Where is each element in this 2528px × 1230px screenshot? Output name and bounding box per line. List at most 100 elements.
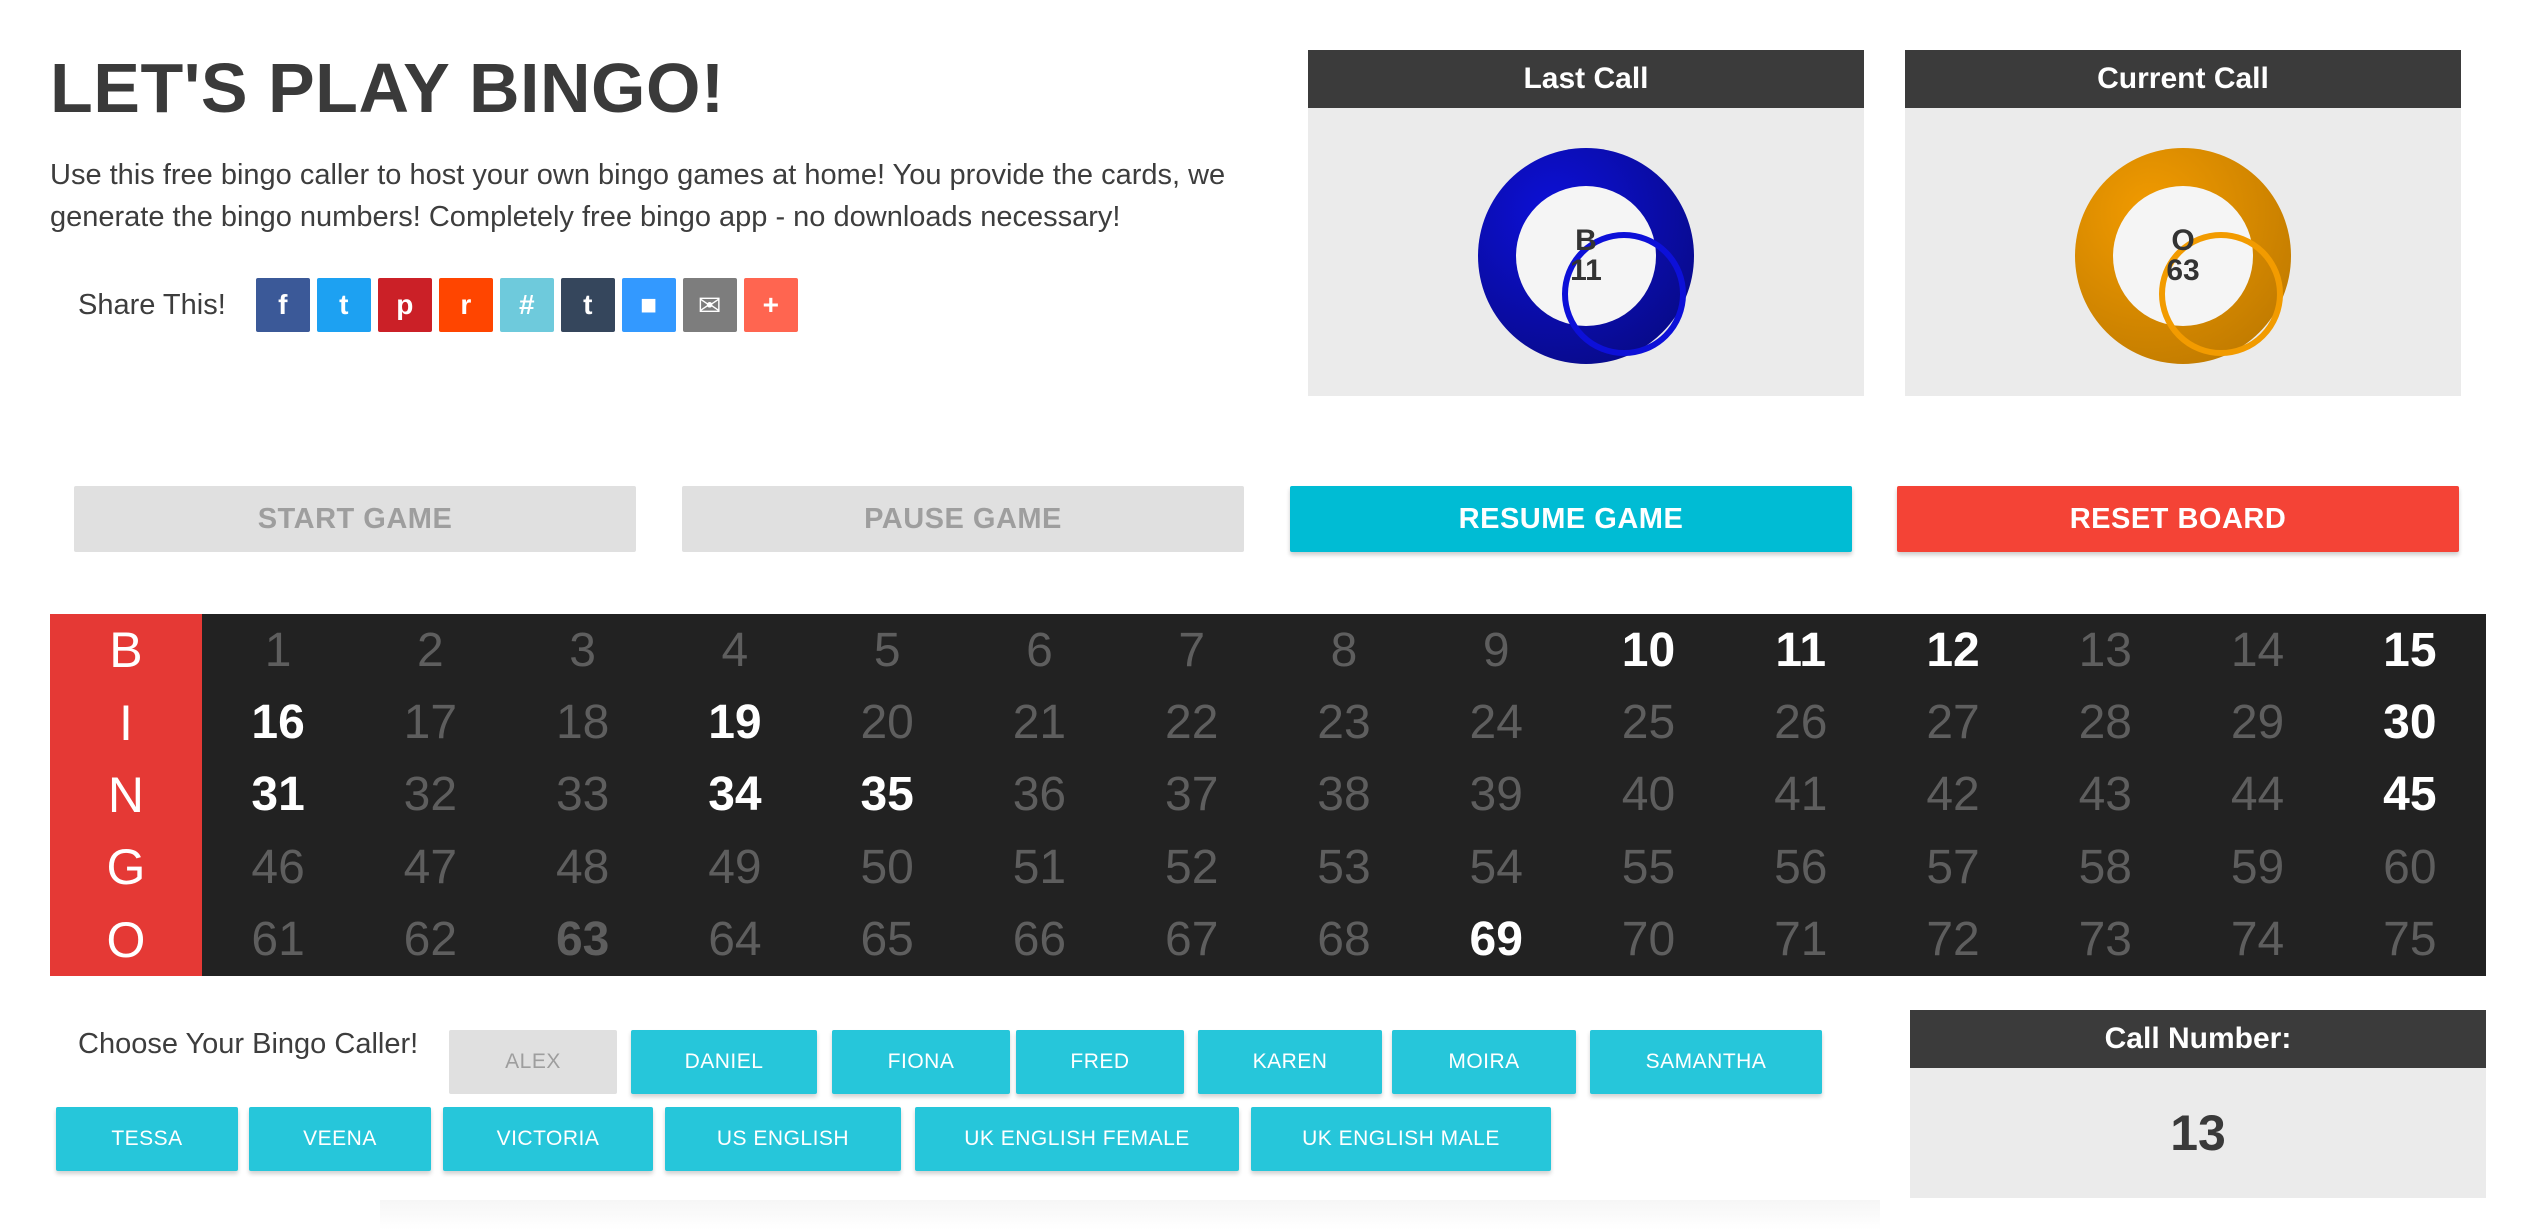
board-number: 57 xyxy=(1926,840,1980,894)
caller-voice-karen[interactable]: KAREN xyxy=(1198,1030,1382,1094)
board-number: 66 xyxy=(1012,913,1067,967)
board-number: 60 xyxy=(2383,840,2437,894)
board-number: 36 xyxy=(1012,768,1067,822)
board-number: 45 xyxy=(2383,768,2437,822)
ball-face: O 63 xyxy=(2113,186,2283,356)
ball-face: B 11 xyxy=(1516,186,1686,356)
facebook-icon[interactable]: f xyxy=(255,278,310,332)
start-game-button[interactable]: START GAME xyxy=(74,486,636,552)
pause-game-button[interactable]: PAUSE GAME xyxy=(682,486,1244,552)
board-number: 49 xyxy=(708,840,762,894)
board-number: 28 xyxy=(2078,696,2132,750)
board-number: 34 xyxy=(708,768,762,822)
board-number: 40 xyxy=(1621,768,1676,822)
more-icon[interactable]: + xyxy=(743,278,798,332)
board-number: 71 xyxy=(1774,913,1828,967)
board-letter: G xyxy=(50,831,202,904)
board-number: 54 xyxy=(1469,840,1523,894)
board-number: 63 xyxy=(555,913,610,967)
board-number: 53 xyxy=(1317,840,1371,894)
board-number: 15 xyxy=(2383,623,2437,677)
current-call-heading: Current Call xyxy=(1905,50,2461,108)
reddit-icon[interactable]: r xyxy=(438,278,493,332)
caller-voice-us-english[interactable]: US ENGLISH xyxy=(665,1107,901,1171)
board-number: 30 xyxy=(2383,696,2437,750)
board-number: 12 xyxy=(1926,623,1980,677)
caller-voice-victoria[interactable]: VICTORIA xyxy=(443,1107,653,1171)
caller-voice-tessa[interactable]: TESSA xyxy=(56,1107,238,1171)
board-number: 10 xyxy=(1621,623,1676,677)
board-row: I 16 17 18 19 20 21 22 23 24 25 26 27 28 29 30 xyxy=(50,686,2486,759)
board-number: 2 xyxy=(417,623,444,677)
board-number: 48 xyxy=(555,840,610,894)
board-number: 1 xyxy=(264,623,292,677)
board-number: 14 xyxy=(2230,623,2285,677)
board-number: 17 xyxy=(403,696,458,750)
board-number: 50 xyxy=(860,840,914,894)
board-letter: N xyxy=(50,758,202,832)
board-number: 19 xyxy=(708,696,762,750)
caller-voice-samantha[interactable]: SAMANTHA xyxy=(1590,1030,1822,1094)
board-number: 23 xyxy=(1317,696,1371,750)
board-number: 41 xyxy=(1774,768,1828,822)
board-number: 9 xyxy=(1482,623,1510,677)
last-call-ball: B 11 xyxy=(1478,148,1694,364)
last-call-number: 11 xyxy=(1570,254,1602,287)
board-number: 43 xyxy=(2078,768,2132,822)
board-number: 46 xyxy=(251,840,305,894)
board-number: 62 xyxy=(403,913,458,967)
caller-voice-veena[interactable]: VEENA xyxy=(249,1107,431,1171)
board-number: 55 xyxy=(1621,840,1676,894)
board-number: 11 xyxy=(1775,623,1827,677)
last-call-heading: Last Call xyxy=(1308,50,1864,108)
board-number: 39 xyxy=(1469,768,1523,822)
board-number: 37 xyxy=(1165,768,1219,822)
caller-voice-fiona[interactable]: FIONA xyxy=(832,1030,1010,1094)
board-number: 44 xyxy=(2230,768,2285,822)
reset-board-button[interactable]: RESET BOARD xyxy=(1897,486,2459,552)
caller-voice-uk-english-female[interactable]: UK ENGLISH FEMALE xyxy=(915,1107,1239,1171)
board-number: 13 xyxy=(2078,623,2132,677)
twitter-icon[interactable]: t xyxy=(316,278,371,332)
board-number: 24 xyxy=(1469,696,1523,750)
board-number: 75 xyxy=(2383,913,2437,967)
delicious-icon[interactable]: ■ xyxy=(621,278,676,332)
email-icon[interactable]: ✉ xyxy=(682,278,737,332)
tumblr-icon[interactable]: t xyxy=(560,278,615,332)
resume-game-button[interactable]: RESUME GAME xyxy=(1290,486,1852,552)
last-call-panel: Last Call B 11 xyxy=(1308,50,1864,396)
board-number: 51 xyxy=(1012,840,1067,894)
slack-icon[interactable]: # xyxy=(499,278,554,332)
board-row: N 31 32 33 34 35 36 37 38 39 40 41 42 43 44 45 xyxy=(50,758,2486,832)
board-number: 33 xyxy=(555,768,610,822)
caller-voice-moira[interactable]: MOIRA xyxy=(1392,1030,1576,1094)
share-buttons: f t p r # t ■ ✉ + xyxy=(255,278,805,332)
call-number-panel: Call Number: 13 xyxy=(1910,1010,2486,1198)
board-number: 18 xyxy=(555,696,610,750)
board-number: 7 xyxy=(1178,623,1206,677)
board-number: 61 xyxy=(251,913,305,967)
caller-voice-alex[interactable]: ALEX xyxy=(449,1030,617,1094)
page-title: LET'S PLAY BINGO! xyxy=(50,49,725,127)
board-letter: O xyxy=(50,903,202,976)
bingo-board: B 1 2 3 4 5 6 7 8 9 10 11 12 13 14 15 I 16 17 18 19 20 21 22 23 2… xyxy=(50,614,2486,976)
board-number: 68 xyxy=(1317,913,1371,967)
pinterest-icon[interactable]: p xyxy=(377,278,432,332)
board-number: 70 xyxy=(1621,913,1676,967)
board-number: 69 xyxy=(1469,913,1523,967)
board-number: 32 xyxy=(403,768,458,822)
board-number: 31 xyxy=(251,768,305,822)
caller-voice-uk-english-male[interactable]: UK ENGLISH MALE xyxy=(1251,1107,1551,1171)
board-number: 27 xyxy=(1926,696,1980,750)
footer-fade xyxy=(380,1200,1880,1230)
board-number: 3 xyxy=(569,623,596,677)
caller-voice-fred[interactable]: FRED xyxy=(1016,1030,1184,1094)
board-row: O 61 62 63 64 65 66 67 68 69 70 71 72 73 74 75 xyxy=(50,903,2486,976)
board-number: 47 xyxy=(403,840,458,894)
board-number: 5 xyxy=(873,623,901,677)
board-number: 38 xyxy=(1317,768,1371,822)
caller-voice-daniel[interactable]: DANIEL xyxy=(631,1030,817,1094)
intro-text: Use this free bingo caller to host your … xyxy=(50,159,1226,233)
call-number-heading: Call Number: xyxy=(1910,1010,2486,1068)
board-number: 20 xyxy=(860,696,914,750)
